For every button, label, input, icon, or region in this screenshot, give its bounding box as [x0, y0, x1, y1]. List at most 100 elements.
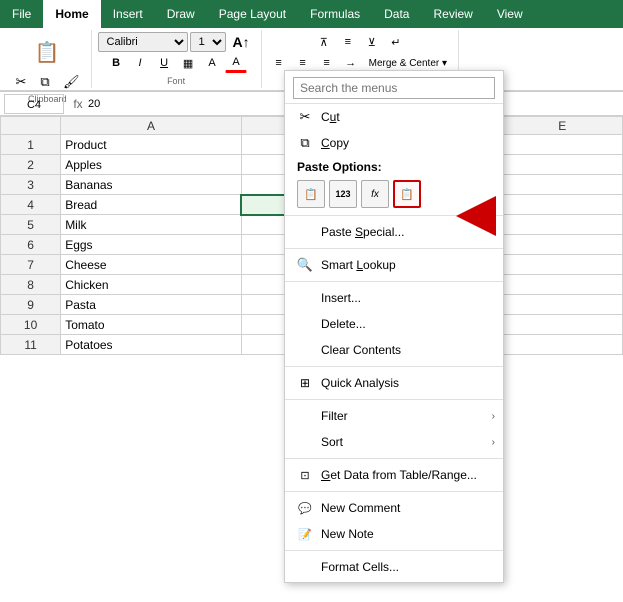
increase-font-button[interactable]: A↑	[228, 32, 255, 52]
italic-button[interactable]: I	[129, 53, 151, 73]
row-header-4[interactable]: 4	[1, 195, 61, 215]
align-bottom-button[interactable]: ⊻	[361, 32, 383, 52]
paste-btn-values[interactable]: 123	[329, 180, 357, 208]
cell-8-e[interactable]	[502, 275, 622, 295]
font-group: Calibri 11 A↑ B I U ▦ A A Font	[92, 30, 262, 88]
cell-4-e[interactable]	[502, 195, 622, 215]
ctx-copy[interactable]: ⧉ Copy	[285, 130, 503, 156]
font-label: Font	[167, 76, 185, 86]
row-header-8[interactable]: 8	[1, 275, 61, 295]
sep4	[285, 366, 503, 367]
cell-3-a[interactable]: Bananas	[61, 175, 242, 195]
cell-1-a[interactable]: Product	[61, 135, 242, 155]
tab-draw[interactable]: Draw	[155, 0, 207, 28]
quick-analysis-icon: ⊞	[297, 375, 313, 391]
align-top-button[interactable]: ⊼	[313, 32, 335, 52]
paste-special-icon	[297, 224, 313, 240]
ctx-smart-lookup[interactable]: 🔍 Smart Lookup	[285, 252, 503, 278]
tab-data[interactable]: Data	[372, 0, 421, 28]
ctx-quick-analysis[interactable]: ⊞ Quick Analysis	[285, 370, 503, 396]
tab-review[interactable]: Review	[421, 0, 484, 28]
format-painter-button[interactable]: 🖌	[58, 72, 85, 92]
cell-9-a[interactable]: Pasta	[61, 295, 242, 315]
cell-5-e[interactable]	[502, 215, 622, 235]
tab-formulas[interactable]: Formulas	[298, 0, 372, 28]
ctx-sort-label: Sort	[321, 435, 343, 449]
ctx-get-data[interactable]: ⊡ Get Data from Table/Range...	[285, 462, 503, 488]
new-comment-icon: 💬	[297, 500, 313, 516]
row-header-10[interactable]: 10	[1, 315, 61, 335]
wrap-text-button[interactable]: ↵	[385, 32, 407, 52]
ctx-format-cells[interactable]: Format Cells...	[285, 554, 503, 580]
font-size-select[interactable]: 11	[190, 32, 226, 52]
border-button[interactable]: ▦	[177, 53, 199, 73]
cell-6-a[interactable]: Eggs	[61, 235, 242, 255]
cut-button[interactable]: ✂	[10, 72, 32, 92]
col-header-e[interactable]: E	[502, 117, 622, 135]
tab-home[interactable]: Home	[43, 0, 100, 28]
paste-icons-row: 📋 123 fx 📋	[285, 176, 503, 212]
cell-11-a[interactable]: Potatoes	[61, 335, 242, 355]
paste-btn-linked[interactable]: 📋	[393, 180, 421, 208]
cell-2-a[interactable]: Apples	[61, 155, 242, 175]
cell-2-e[interactable]	[502, 155, 622, 175]
cell-10-e[interactable]	[502, 315, 622, 335]
cell-3-e[interactable]	[502, 175, 622, 195]
ctx-sort[interactable]: Sort ›	[285, 429, 503, 455]
context-menu: ✂ Cut ⧉ Copy Paste Options: 📋 123 fx 📋 P…	[284, 70, 504, 583]
row-header-9[interactable]: 9	[1, 295, 61, 315]
ctx-new-comment[interactable]: 💬 New Comment	[285, 495, 503, 521]
row-header-6[interactable]: 6	[1, 235, 61, 255]
paste-btn-formula[interactable]: fx	[361, 180, 389, 208]
ctx-delete[interactable]: Delete...	[285, 311, 503, 337]
ctx-new-note-label: New Note	[321, 527, 374, 541]
col-header-a[interactable]: A	[61, 117, 242, 135]
ctx-delete-label: Delete...	[321, 317, 366, 331]
cell-7-a[interactable]: Cheese	[61, 255, 242, 275]
cell-8-a[interactable]: Chicken	[61, 275, 242, 295]
ctx-new-note[interactable]: 📝 New Note	[285, 521, 503, 547]
cell-7-e[interactable]	[502, 255, 622, 275]
ctx-cut[interactable]: ✂ Cut	[285, 104, 503, 130]
ctx-paste-special[interactable]: Paste Special... ›	[285, 219, 503, 245]
tab-page-layout[interactable]: Page Layout	[207, 0, 298, 28]
ctx-clear-contents-label: Clear Contents	[321, 343, 401, 357]
cell-10-a[interactable]: Tomato	[61, 315, 242, 335]
fill-color-button[interactable]: A	[201, 53, 223, 73]
cell-reference-box[interactable]: C4	[4, 94, 64, 114]
row-header-7[interactable]: 7	[1, 255, 61, 275]
tab-file[interactable]: File	[0, 0, 43, 28]
row-header-1[interactable]: 1	[1, 135, 61, 155]
cell-5-a[interactable]: Milk	[61, 215, 242, 235]
ctx-insert[interactable]: Insert...	[285, 285, 503, 311]
paste-special-arrow: ›	[492, 227, 495, 238]
row-header-3[interactable]: 3	[1, 175, 61, 195]
sep5	[285, 399, 503, 400]
font-color-button[interactable]: A	[225, 53, 247, 73]
paste-btn-1[interactable]: 📋	[297, 180, 325, 208]
copy-icon: ⧉	[297, 135, 313, 151]
underline-button[interactable]: U	[153, 53, 175, 73]
tab-insert[interactable]: Insert	[101, 0, 155, 28]
row-header-5[interactable]: 5	[1, 215, 61, 235]
menu-search-input[interactable]	[293, 77, 495, 99]
cell-1-e[interactable]	[502, 135, 622, 155]
row-header-11[interactable]: 11	[1, 335, 61, 355]
ctx-copy-label: Copy	[321, 136, 349, 150]
filter-arrow: ›	[492, 411, 495, 422]
paste-button[interactable]: 📋	[30, 32, 65, 72]
ctx-filter[interactable]: Filter ›	[285, 403, 503, 429]
cell-9-e[interactable]	[502, 295, 622, 315]
font-family-select[interactable]: Calibri	[98, 32, 188, 52]
ribbon-tab-bar: File Home Insert Draw Page Layout Formul…	[0, 0, 623, 28]
align-middle-button[interactable]: ≡	[337, 32, 359, 52]
ctx-clear-contents[interactable]: Clear Contents	[285, 337, 503, 363]
bold-button[interactable]: B	[105, 53, 127, 73]
row-header-2[interactable]: 2	[1, 155, 61, 175]
copy-button[interactable]: ⧉	[34, 72, 56, 92]
tab-view[interactable]: View	[485, 0, 535, 28]
cell-4-a[interactable]: Bread	[61, 195, 242, 215]
cell-6-e[interactable]	[502, 235, 622, 255]
ctx-cut-label: Cut	[321, 110, 340, 124]
cell-11-e[interactable]	[502, 335, 622, 355]
